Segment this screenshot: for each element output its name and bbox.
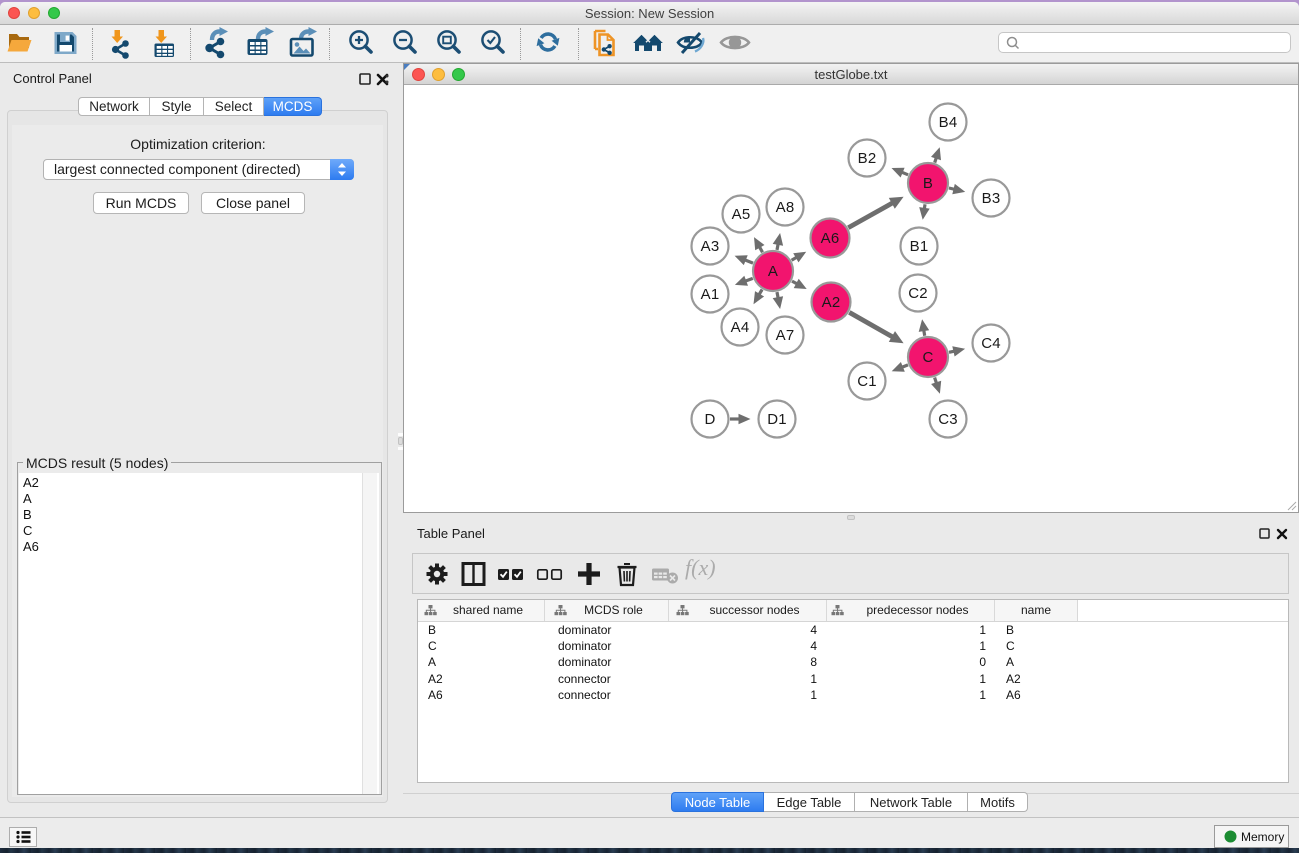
svg-text:C2: C2	[908, 285, 928, 302]
svg-text:B1: B1	[910, 238, 929, 255]
svg-text:A4: A4	[731, 319, 750, 336]
svg-text:A1: A1	[701, 286, 720, 303]
svg-text:B4: B4	[939, 114, 958, 131]
svg-text:B: B	[923, 175, 933, 192]
svg-text:A6: A6	[821, 230, 840, 247]
svg-text:C3: C3	[938, 411, 958, 428]
svg-text:A5: A5	[732, 206, 751, 223]
svg-text:A3: A3	[701, 238, 720, 255]
svg-text:C1: C1	[857, 373, 877, 390]
svg-text:A2: A2	[822, 294, 841, 311]
svg-text:A7: A7	[776, 327, 795, 344]
svg-text:D1: D1	[767, 411, 787, 428]
svg-text:C: C	[922, 349, 933, 366]
svg-text:A: A	[768, 263, 778, 280]
svg-text:D: D	[704, 411, 715, 428]
svg-text:A8: A8	[776, 199, 795, 216]
svg-text:B2: B2	[858, 150, 877, 167]
svg-text:C4: C4	[981, 335, 1001, 352]
svg-text:B3: B3	[982, 190, 1001, 207]
